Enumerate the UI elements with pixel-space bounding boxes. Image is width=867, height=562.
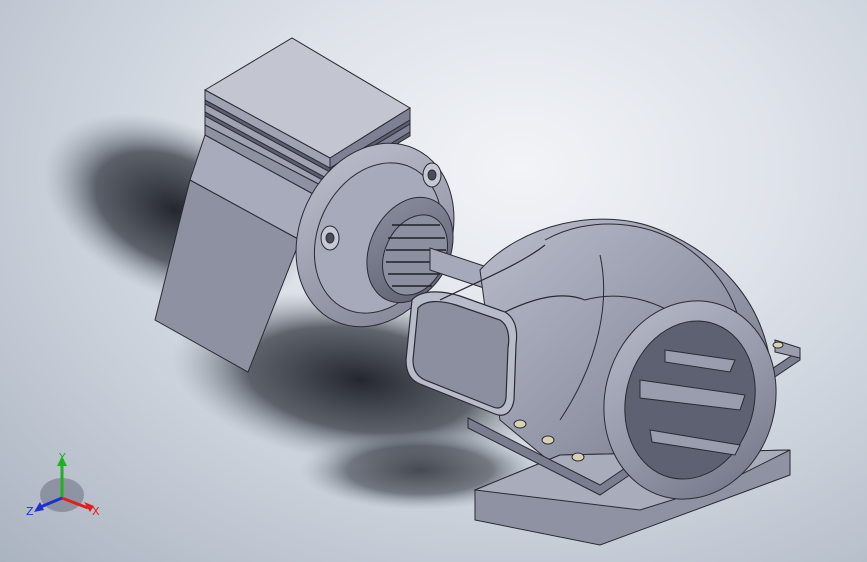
y-axis-label: Y: [58, 451, 66, 464]
model-canvas[interactable]: Y X Z: [0, 0, 867, 562]
orientation-triad[interactable]: Y X Z: [26, 451, 100, 518]
bolt-3: [571, 452, 585, 462]
bolt-2: [541, 435, 555, 445]
bolt-1: [513, 419, 527, 429]
z-axis-label: Z: [26, 505, 34, 518]
bolt-4: [772, 341, 784, 349]
cad-viewport[interactable]: Y X Z: [0, 0, 867, 562]
z-arrow-head-icon: [34, 502, 44, 512]
x-axis-label: X: [92, 505, 100, 518]
